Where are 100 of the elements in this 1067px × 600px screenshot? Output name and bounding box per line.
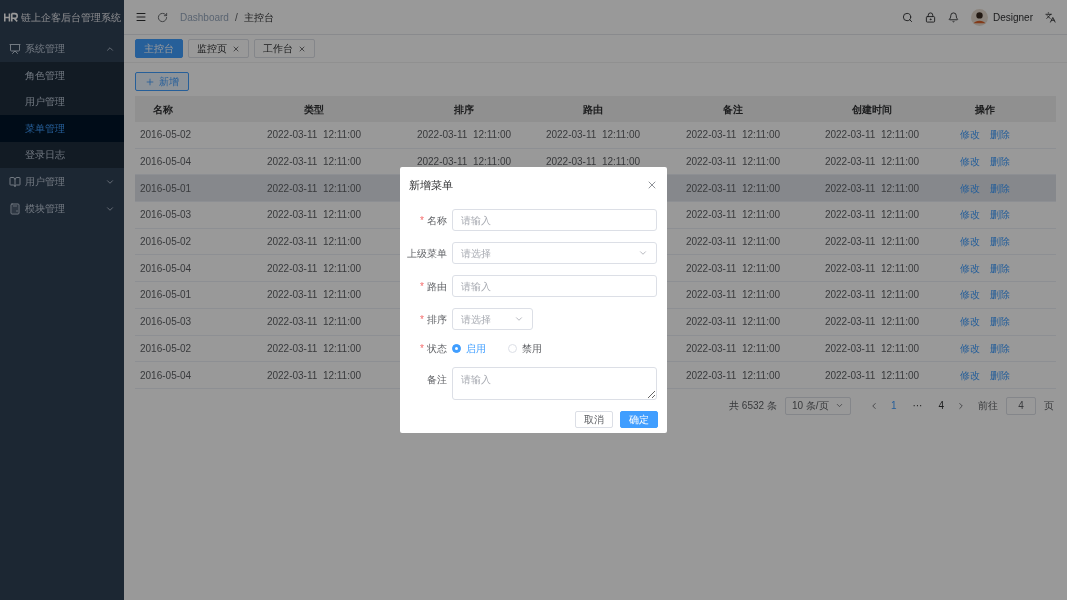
edit-link[interactable]: 修改 [960,234,980,250]
column-header: 路由 [583,103,603,115]
edit-link[interactable]: 修改 [960,154,980,170]
table-cell: 2022-03-11 12:11:00 [685,236,781,248]
select-field[interactable]: 请选择 [452,308,533,330]
search-icon[interactable] [901,11,913,23]
table-cell: 2022-03-11 12:11:00 [685,262,781,274]
input-field[interactable]: 请输入 [452,275,657,297]
delete-link[interactable]: 删除 [990,287,1010,303]
next-page-icon[interactable] [956,400,966,411]
menu-item[interactable]: 角色管理 [0,62,124,89]
delete-link[interactable]: 删除 [990,234,1010,250]
delete-link[interactable]: 删除 [990,127,1010,143]
input-field[interactable]: 请输入 [452,209,657,231]
menu-item[interactable]: 用户管理 [0,88,124,115]
delete-link[interactable]: 删除 [990,314,1010,330]
table-cell: 2016-05-04 [140,262,192,274]
required-mark: * [420,279,424,294]
table-cell: 2022-03-11 12:11:00 [685,289,781,301]
edit-link[interactable]: 修改 [960,340,980,356]
table-cell: 2022-03-11 12:11:00 [266,209,362,221]
table-cell: 2022-03-11 12:11:00 [685,369,781,381]
close-icon[interactable] [232,44,240,53]
column-header: 备注 [723,103,743,115]
goto-suffix: 页 [1044,399,1054,414]
select-field[interactable]: 请选择 [452,242,657,264]
menu-group[interactable]: 系统管理 [0,35,124,62]
table-cell: 2022-03-11 12:11:00 [685,316,781,328]
menu-item[interactable]: 菜单管理 [0,115,124,142]
table-cell: 2022-03-11 12:11:00 [266,156,362,168]
menu-item[interactable]: 登录日志 [0,141,124,168]
table-cell: 2022-03-11 12:11:00 [266,236,362,248]
breadcrumb-item[interactable]: Dashboard [180,9,229,25]
column-header: 排序 [454,103,474,115]
table-cell: 2022-03-11 12:11:00 [266,369,362,381]
edit-link[interactable]: 修改 [960,127,980,143]
table-cell: 2022-03-11 12:11:00 [266,262,362,274]
radio-button[interactable] [452,344,461,353]
table-cell: 2022-03-11 12:11:00 [685,342,781,354]
radio-option[interactable]: 启用 [452,341,486,356]
edit-link[interactable]: 修改 [960,260,980,276]
radio-option[interactable]: 禁用 [508,341,542,356]
page-number[interactable]: 4 [934,398,948,414]
table-cell: 2016-05-03 [140,316,192,328]
table-cell: 2022-03-11 12:11:00 [824,369,920,381]
menu-icon[interactable] [135,11,147,23]
table-cell: 2016-05-02 [140,342,192,354]
column-header: 类型 [304,103,324,115]
menu-group[interactable]: 用户管理 [0,168,124,195]
table-cell: 2016-05-02 [140,236,192,248]
edit-link[interactable]: 修改 [960,314,980,330]
edit-link[interactable]: 修改 [960,180,980,196]
goto-page-field[interactable]: 4 [1006,396,1036,415]
table-cell: 2022-03-11 12:11:00 [545,156,641,168]
delete-link[interactable]: 删除 [990,207,1010,223]
table-cell: 2016-05-03 [140,209,192,221]
table-cell: 2022-03-11 12:11:00 [685,182,781,194]
table-cell: 2022-03-11 12:11:00 [545,129,641,141]
chevron-down-icon [514,314,524,324]
required-mark: * [420,312,424,327]
delete-link[interactable]: 删除 [990,154,1010,170]
avatar[interactable] [970,8,988,26]
confirm-button[interactable]: 确定 [620,411,658,428]
logo-icon [4,12,18,23]
field-label: 上级菜单 [407,246,447,261]
delete-link[interactable]: 删除 [990,260,1010,276]
edit-link[interactable]: 修改 [960,367,980,383]
user-name[interactable]: Designer [992,9,1033,25]
refresh-icon[interactable] [157,11,168,23]
chevron-down-icon [638,248,648,258]
bell-icon[interactable] [947,11,959,23]
lock-icon[interactable] [924,11,936,23]
table-cell: 2022-03-11 12:11:00 [685,209,781,221]
page-size-select[interactable]: 10 条/页 [784,396,851,415]
close-icon[interactable] [646,179,658,191]
table-cell: 2022-03-11 12:11:00 [824,236,920,248]
delete-link[interactable]: 删除 [990,340,1010,356]
translate-icon[interactable] [1045,11,1056,23]
cancel-button[interactable]: 取消 [575,411,613,428]
delete-link[interactable]: 删除 [990,180,1010,196]
add-button[interactable]: 新增 [135,72,189,91]
table-cell: 2022-03-11 12:11:00 [824,342,920,354]
delete-link[interactable]: 删除 [990,367,1010,383]
textarea-field[interactable]: 请输入 [452,367,657,400]
table-cell: 2022-03-11 12:11:00 [824,289,920,301]
close-icon[interactable] [298,44,306,53]
total-count: 共 6532 条 [729,399,777,414]
menu-group[interactable]: 模块管理 [0,195,124,222]
tab[interactable]: 主控台 [135,39,183,58]
plus-icon [145,76,155,87]
page-number[interactable]: 1 [886,398,901,414]
field-label: 备注 [427,373,447,387]
table-cell: 2022-03-11 12:11:00 [266,182,362,194]
edit-link[interactable]: 修改 [960,207,980,223]
page-number[interactable]: ··· [908,398,927,414]
tab[interactable]: 监控页 [188,39,249,58]
tab[interactable]: 工作台 [254,39,315,58]
edit-link[interactable]: 修改 [960,287,980,303]
table-cell: 2016-05-02 [140,129,192,141]
column-header: 操作 [975,103,995,115]
